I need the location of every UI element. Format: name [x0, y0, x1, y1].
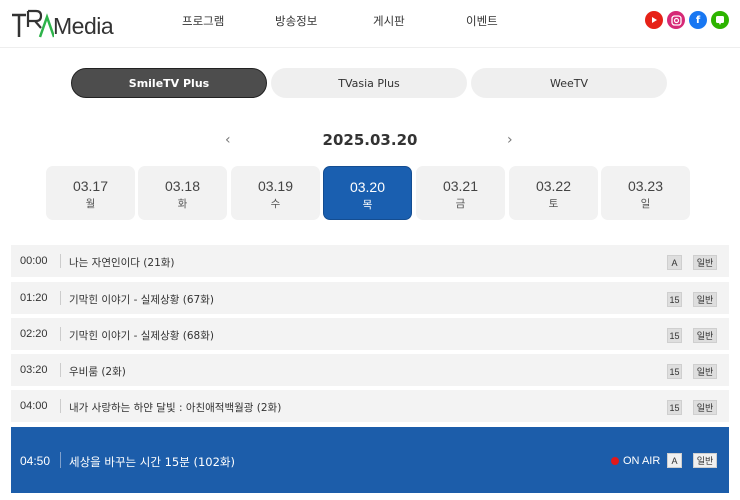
nav-programs[interactable]: 프로그램	[182, 13, 224, 29]
schedule-row[interactable]: 04:00 내가 사랑하는 하얀 달빛 : 아친애적백월광 (2화) 15 일반	[11, 390, 729, 422]
day-date: 03.18	[164, 178, 201, 194]
divider	[60, 363, 61, 377]
day-weekday: 일	[640, 198, 651, 210]
divider	[60, 291, 61, 305]
program-title: 우비룸 (2화)	[69, 366, 126, 378]
day-date: 03.20	[349, 179, 386, 195]
youtube-icon[interactable]	[645, 11, 663, 29]
on-air-indicator: ON AIR	[611, 455, 660, 467]
program-time: 03:20	[20, 364, 48, 376]
day-card[interactable]: 03.23 일	[601, 166, 690, 220]
logo[interactable]: Media	[10, 7, 120, 41]
rating-badge: 15	[667, 328, 682, 343]
channel-tab-weetv[interactable]: WeeTV	[471, 68, 667, 98]
schedule-row[interactable]: 02:20 기막힌 이야기 - 실제상황 (68화) 15 일반	[11, 318, 729, 350]
day-card-selected[interactable]: 03.20 목	[323, 166, 412, 220]
day-card[interactable]: 03.19 수	[231, 166, 320, 220]
rating-badge: 15	[667, 292, 682, 307]
next-date-arrow-icon[interactable]: ›	[507, 132, 513, 148]
facebook-icon[interactable]: f	[689, 11, 707, 29]
on-air-text: ON AIR	[623, 455, 661, 467]
schedule-row[interactable]: 01:20 기막힌 이야기 - 실제상황 (67화) 15 일반	[11, 282, 729, 314]
live-dot-icon	[611, 457, 619, 465]
channel-tab-tvasia-plus[interactable]: TVasia Plus	[271, 68, 467, 98]
day-weekday: 수	[270, 198, 281, 210]
nav-broadcast-info[interactable]: 방송정보	[275, 13, 317, 29]
schedule-row[interactable]: 00:00 나는 자연인이다 (21화) A 일반	[11, 245, 729, 277]
program-title: 기막힌 이야기 - 실제상황 (67화)	[69, 294, 214, 306]
rating-badge: A	[667, 255, 682, 270]
rating-badge: 15	[667, 400, 682, 415]
program-time: 04:50	[20, 454, 51, 468]
program-title: 나는 자연인이다 (21화)	[69, 257, 175, 269]
program-time: 00:00	[20, 255, 48, 267]
category-badge: 일반	[693, 328, 717, 343]
day-weekday: 월	[85, 198, 96, 210]
day-date: 03.22	[535, 178, 572, 194]
category-badge: 일반	[693, 292, 717, 307]
day-card[interactable]: 03.18 화	[138, 166, 227, 220]
site-header: Media 프로그램 방송정보 게시판 이벤트 f	[0, 0, 740, 48]
divider	[60, 399, 61, 413]
schedule-row[interactable]: 03:20 우비룸 (2화) 15 일반	[11, 354, 729, 386]
rating-badge: 15	[667, 364, 682, 379]
current-date: 2025.03.20	[322, 131, 418, 149]
program-title: 내가 사랑하는 하얀 달빛 : 아친애적백월광 (2화)	[69, 402, 282, 414]
nav-events[interactable]: 이벤트	[466, 13, 498, 29]
day-card[interactable]: 03.22 토	[509, 166, 598, 220]
day-weekday: 화	[177, 198, 188, 210]
schedule-row-on-air[interactable]: 04:50 세상을 바꾸는 시간 15분 (102화) ON AIR A 일반	[11, 427, 729, 493]
category-badge: 일반	[693, 453, 717, 468]
day-date: 03.23	[627, 178, 664, 194]
day-weekday: 금	[455, 198, 466, 210]
program-time: 04:00	[20, 400, 48, 412]
program-time: 02:20	[20, 328, 48, 340]
day-card[interactable]: 03.21 금	[416, 166, 505, 220]
day-date: 03.21	[442, 178, 479, 194]
divider	[60, 327, 61, 341]
category-badge: 일반	[693, 255, 717, 270]
program-time: 01:20	[20, 292, 48, 304]
instagram-icon[interactable]	[667, 11, 685, 29]
program-title: 세상을 바꾸는 시간 15분 (102화)	[69, 455, 235, 469]
logo-mark-icon	[12, 9, 54, 38]
divider	[60, 254, 61, 268]
nav-board[interactable]: 게시판	[373, 13, 405, 29]
prev-date-arrow-icon[interactable]: ‹	[225, 132, 231, 148]
program-title: 기막힌 이야기 - 실제상황 (68화)	[69, 330, 214, 342]
day-card[interactable]: 03.17 월	[46, 166, 135, 220]
divider	[60, 452, 61, 468]
category-badge: 일반	[693, 364, 717, 379]
naver-blog-icon[interactable]	[711, 11, 729, 29]
day-weekday: 토	[548, 198, 559, 210]
day-date: 03.17	[72, 178, 109, 194]
category-badge: 일반	[693, 400, 717, 415]
logo-text: Media	[53, 13, 114, 39]
day-weekday: 목	[362, 199, 373, 211]
rating-badge: A	[667, 453, 682, 468]
channel-tab-smiletv-plus[interactable]: SmileTV Plus	[71, 68, 267, 98]
day-date: 03.19	[257, 178, 294, 194]
